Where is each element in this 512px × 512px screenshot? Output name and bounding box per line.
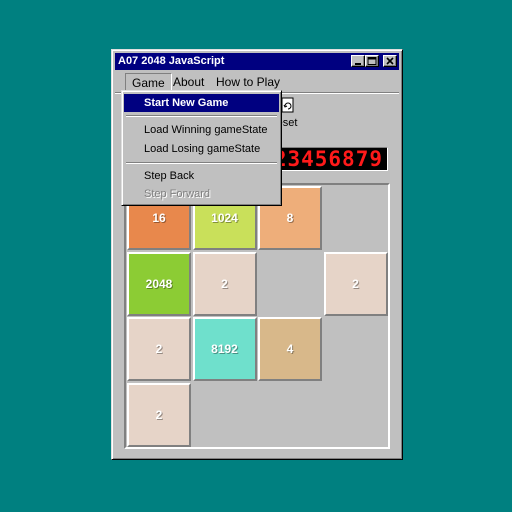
tile: 2: [192, 251, 257, 316]
maximize-button[interactable]: [365, 55, 379, 67]
minimize-button[interactable]: [351, 55, 365, 67]
tile: 2: [127, 317, 191, 381]
close-button[interactable]: [383, 55, 397, 67]
game-dropdown-menu: Start New Game Load Winning gameState Lo…: [121, 90, 282, 206]
menu-item-step-forward: Step Forward: [144, 188, 211, 200]
empty-cell: [324, 186, 388, 250]
reset-icon: [281, 97, 294, 113]
game-board: 16 1024 8 2048 2 2 2 8192 4 2: [124, 183, 390, 449]
empty-cell: [258, 252, 322, 316]
tile: 2: [127, 382, 191, 447]
menu-item-load-winning[interactable]: Load Winning gameState: [124, 121, 279, 139]
menu-about[interactable]: About: [173, 75, 204, 89]
menu-separator: [126, 162, 277, 164]
menu-item-step-back[interactable]: Step Back: [124, 167, 279, 185]
menu-item-start-new-game[interactable]: Start New Game: [124, 94, 279, 112]
menu-item-load-losing[interactable]: Load Losing gameState: [124, 140, 279, 158]
close-icon: [386, 57, 394, 65]
title-bar[interactable]: A07 2048 JavaScript: [115, 53, 399, 70]
score-counter: 123456879: [260, 147, 388, 171]
tile: 2: [323, 251, 388, 316]
minimize-icon: [355, 63, 361, 65]
maximize-icon: [367, 57, 377, 65]
empty-cell: [258, 383, 322, 447]
menu-bar: Game About How to Play: [115, 72, 399, 92]
window-title: A07 2048 JavaScript: [118, 55, 225, 67]
menu-how-to-play[interactable]: How to Play: [216, 75, 280, 89]
empty-cell: [324, 383, 388, 447]
empty-cell: [193, 383, 257, 447]
menu-separator: [126, 115, 277, 117]
tile: 2048: [127, 251, 191, 316]
tile: 4: [258, 317, 322, 381]
empty-cell: [324, 317, 388, 381]
tile: 8192: [192, 317, 257, 381]
